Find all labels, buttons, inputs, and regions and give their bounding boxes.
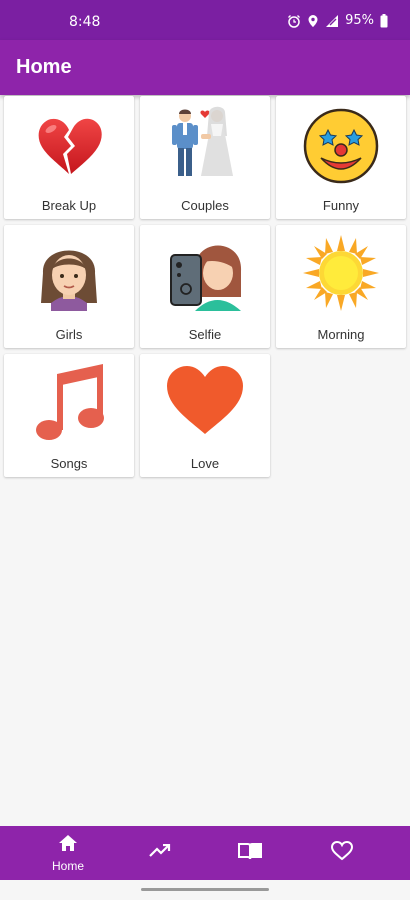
nav-home-label: Home xyxy=(51,858,84,873)
nav-favorites[interactable] xyxy=(297,826,387,880)
favorite-icon xyxy=(330,840,354,866)
category-card-couples[interactable]: Couples xyxy=(140,96,270,219)
status-icons: 95% xyxy=(287,13,388,28)
bottom-navigation: Home xyxy=(0,826,410,880)
category-card-songs[interactable]: Songs xyxy=(4,354,134,477)
couple-icon xyxy=(172,106,233,176)
nav-trending[interactable] xyxy=(115,826,205,880)
category-card-selfie[interactable]: Selfie xyxy=(140,225,270,348)
category-label: Girls xyxy=(55,327,83,342)
broken-heart-icon xyxy=(38,118,102,174)
signal-icon xyxy=(325,14,339,28)
category-grid: Break Up Couples Funny Girls Selfie Morn… xyxy=(4,96,408,477)
clown-face-icon xyxy=(303,108,379,184)
battery-icon xyxy=(380,13,388,28)
app-bar: Home xyxy=(0,40,410,95)
music-note-icon xyxy=(36,364,104,440)
book-icon xyxy=(238,842,262,865)
category-label: Break Up xyxy=(41,198,97,213)
sun-icon xyxy=(303,235,379,311)
system-gesture-bar xyxy=(0,880,410,900)
category-card-funny[interactable]: Funny xyxy=(276,96,406,219)
category-label: Selfie xyxy=(188,327,222,342)
category-label: Morning xyxy=(317,327,365,342)
page-title: Home xyxy=(16,56,72,78)
selfie-icon xyxy=(170,245,242,311)
trending-icon xyxy=(149,843,171,863)
category-label: Love xyxy=(190,456,220,471)
status-time: 8:48 xyxy=(69,14,101,30)
category-card-girls[interactable]: Girls xyxy=(4,225,134,348)
location-icon xyxy=(307,14,319,28)
alarm-icon xyxy=(287,14,301,28)
category-card-break-up[interactable]: Break Up xyxy=(4,96,134,219)
category-label: Funny xyxy=(322,198,360,213)
category-card-love[interactable]: Love xyxy=(140,354,270,477)
girl-face-icon xyxy=(41,250,97,311)
category-label: Couples xyxy=(181,198,229,213)
home-icon xyxy=(58,834,78,857)
nav-book[interactable] xyxy=(205,826,295,880)
status-bar: 8:48 95% xyxy=(0,0,410,40)
category-card-morning[interactable]: Morning xyxy=(276,225,406,348)
category-label: Songs xyxy=(50,456,88,471)
gesture-handle[interactable] xyxy=(141,888,269,891)
battery-level: 95% xyxy=(345,13,374,28)
nav-home[interactable]: Home xyxy=(23,826,113,880)
heart-icon xyxy=(167,366,243,434)
